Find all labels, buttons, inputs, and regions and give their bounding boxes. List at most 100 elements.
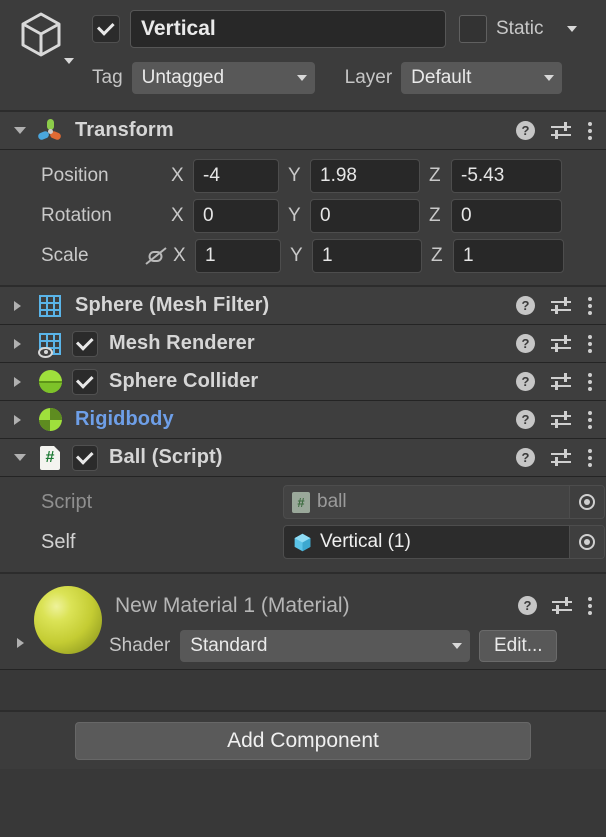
static-dropdown-arrow[interactable] bbox=[566, 26, 577, 32]
help-icon[interactable]: ? bbox=[518, 596, 537, 615]
rotation-z-input[interactable]: 0 bbox=[451, 199, 562, 233]
script-field-value: ball bbox=[317, 491, 347, 512]
settings-icon[interactable] bbox=[551, 372, 571, 390]
settings-icon[interactable] bbox=[551, 334, 571, 352]
help-icon[interactable]: ? bbox=[516, 372, 535, 391]
gameobject-name-input[interactable]: Vertical bbox=[130, 10, 446, 48]
rigidbody-foldout-arrow[interactable] bbox=[14, 414, 36, 425]
more-menu-icon[interactable] bbox=[587, 121, 593, 140]
axis-x-label: X bbox=[171, 165, 184, 186]
scale-z-input[interactable]: 1 bbox=[453, 239, 564, 273]
broken-link-icon[interactable] bbox=[141, 244, 171, 268]
shader-dropdown[interactable]: Standard bbox=[180, 630, 471, 662]
mesh-filter-icon bbox=[36, 294, 64, 318]
axis-x-label: X bbox=[171, 205, 184, 226]
ball-script-foldout-arrow[interactable] bbox=[14, 454, 36, 461]
csharp-hash-glyph: # bbox=[40, 445, 60, 470]
help-icon[interactable]: ? bbox=[516, 296, 535, 315]
rotation-y-input[interactable]: 0 bbox=[310, 199, 420, 233]
position-z-value: -5.43 bbox=[461, 165, 505, 186]
more-menu-icon[interactable] bbox=[587, 596, 593, 615]
position-label: Position bbox=[41, 165, 109, 186]
scale-x-input[interactable]: 1 bbox=[195, 239, 281, 273]
gameobject-header: Vertical Static Tag Untagged Layer Defau… bbox=[0, 0, 606, 110]
more-menu-icon[interactable] bbox=[587, 372, 593, 391]
sphere-collider-header-icons: ? bbox=[516, 372, 606, 391]
mesh-renderer-enabled-checkbox[interactable] bbox=[72, 330, 98, 357]
sphere-collider-enabled-checkbox[interactable] bbox=[72, 368, 98, 395]
shader-row: Shader Standard Edit... bbox=[109, 630, 558, 662]
chevron-down-icon bbox=[544, 75, 555, 81]
csharp-script-icon: # bbox=[36, 445, 64, 470]
component-header-sphere-collider[interactable]: Sphere Collider ? bbox=[0, 363, 606, 400]
mesh-filter-foldout-arrow[interactable] bbox=[14, 300, 36, 311]
shader-value: Standard bbox=[190, 635, 268, 656]
position-y-input[interactable]: 1.98 bbox=[310, 159, 420, 193]
mesh-renderer-header-icons: ? bbox=[516, 334, 606, 353]
field-row-script: Script # ball bbox=[0, 482, 606, 522]
component-header-transform[interactable]: Transform ? bbox=[0, 112, 606, 149]
chevron-down-icon bbox=[296, 75, 307, 81]
settings-icon[interactable] bbox=[552, 596, 572, 614]
settings-icon[interactable] bbox=[551, 410, 571, 428]
settings-icon[interactable] bbox=[551, 448, 571, 466]
more-menu-icon[interactable] bbox=[587, 296, 593, 315]
sphere-collider-icon bbox=[36, 370, 64, 394]
position-y-value: 1.98 bbox=[320, 165, 357, 186]
position-x-input[interactable]: -4 bbox=[193, 159, 279, 193]
material-title: New Material 1 (Material) bbox=[115, 594, 350, 617]
component-header-rigidbody[interactable]: Rigidbody ? bbox=[0, 401, 606, 438]
more-menu-icon[interactable] bbox=[587, 448, 593, 467]
gameobject-icon-dropdown-arrow[interactable] bbox=[64, 58, 74, 64]
static-checkbox[interactable] bbox=[459, 15, 487, 43]
chevron-down-icon bbox=[452, 643, 463, 649]
self-object-field[interactable]: Vertical (1) bbox=[283, 525, 605, 559]
shader-label: Shader bbox=[109, 635, 171, 656]
tag-layer-row: Tag Untagged Layer Default bbox=[92, 58, 606, 98]
help-icon[interactable]: ? bbox=[516, 410, 535, 429]
ball-script-enabled-checkbox[interactable] bbox=[72, 444, 98, 471]
scale-label: Scale bbox=[41, 245, 89, 266]
more-menu-icon[interactable] bbox=[587, 334, 593, 353]
axis-z-label: Z bbox=[429, 165, 441, 186]
rotation-label: Rotation bbox=[41, 205, 112, 226]
position-z-input[interactable]: -5.43 bbox=[451, 159, 562, 193]
help-icon[interactable]: ? bbox=[516, 121, 535, 140]
field-row-self: Self Vertical (1) bbox=[0, 522, 606, 562]
cube-outline-svg bbox=[21, 12, 61, 57]
tag-dropdown[interactable]: Untagged bbox=[131, 62, 315, 94]
help-icon[interactable]: ? bbox=[516, 334, 535, 353]
layer-dropdown[interactable]: Default bbox=[401, 62, 563, 94]
gameobject-cube-icon[interactable] bbox=[14, 8, 76, 70]
tag-value: Untagged bbox=[141, 67, 225, 88]
mesh-renderer-title: Mesh Renderer bbox=[109, 332, 255, 354]
script-object-picker-button[interactable] bbox=[569, 486, 604, 518]
component-header-mesh-renderer[interactable]: Mesh Renderer ? bbox=[0, 325, 606, 362]
component-header-mesh-filter[interactable]: Sphere (Mesh Filter) ? bbox=[0, 287, 606, 324]
layer-value: Default bbox=[411, 67, 472, 88]
scale-y-input[interactable]: 1 bbox=[312, 239, 422, 273]
material-foldout-arrow[interactable] bbox=[17, 638, 24, 648]
axis-z-label: Z bbox=[429, 205, 441, 226]
self-field-label: Self bbox=[41, 530, 76, 553]
layer-label: Layer bbox=[344, 67, 393, 88]
settings-icon[interactable] bbox=[551, 296, 571, 314]
transform-body: Position X -4 Y 1.98 Z -5.43 Rotation X … bbox=[0, 150, 606, 285]
gameobject-enabled-checkbox[interactable] bbox=[92, 15, 120, 43]
script-object-field[interactable]: # ball bbox=[283, 485, 605, 519]
rotation-x-input[interactable]: 0 bbox=[193, 199, 279, 233]
add-component-button[interactable]: Add Component bbox=[75, 721, 531, 760]
name-row: Vertical Static bbox=[92, 9, 606, 49]
more-menu-icon[interactable] bbox=[587, 410, 593, 429]
scale-x-value: 1 bbox=[205, 245, 216, 266]
transform-row-position: Position X -4 Y 1.98 Z -5.43 bbox=[0, 156, 606, 196]
self-object-picker-button[interactable] bbox=[569, 526, 604, 558]
transform-foldout-arrow[interactable] bbox=[14, 127, 36, 134]
shader-edit-button[interactable]: Edit... bbox=[479, 630, 558, 662]
mesh-filter-title: Sphere (Mesh Filter) bbox=[75, 294, 270, 316]
mesh-renderer-foldout-arrow[interactable] bbox=[14, 338, 36, 349]
settings-icon[interactable] bbox=[551, 121, 571, 139]
help-icon[interactable]: ? bbox=[516, 448, 535, 467]
component-header-ball-script[interactable]: # Ball (Script) ? bbox=[0, 439, 606, 476]
sphere-collider-foldout-arrow[interactable] bbox=[14, 376, 36, 387]
